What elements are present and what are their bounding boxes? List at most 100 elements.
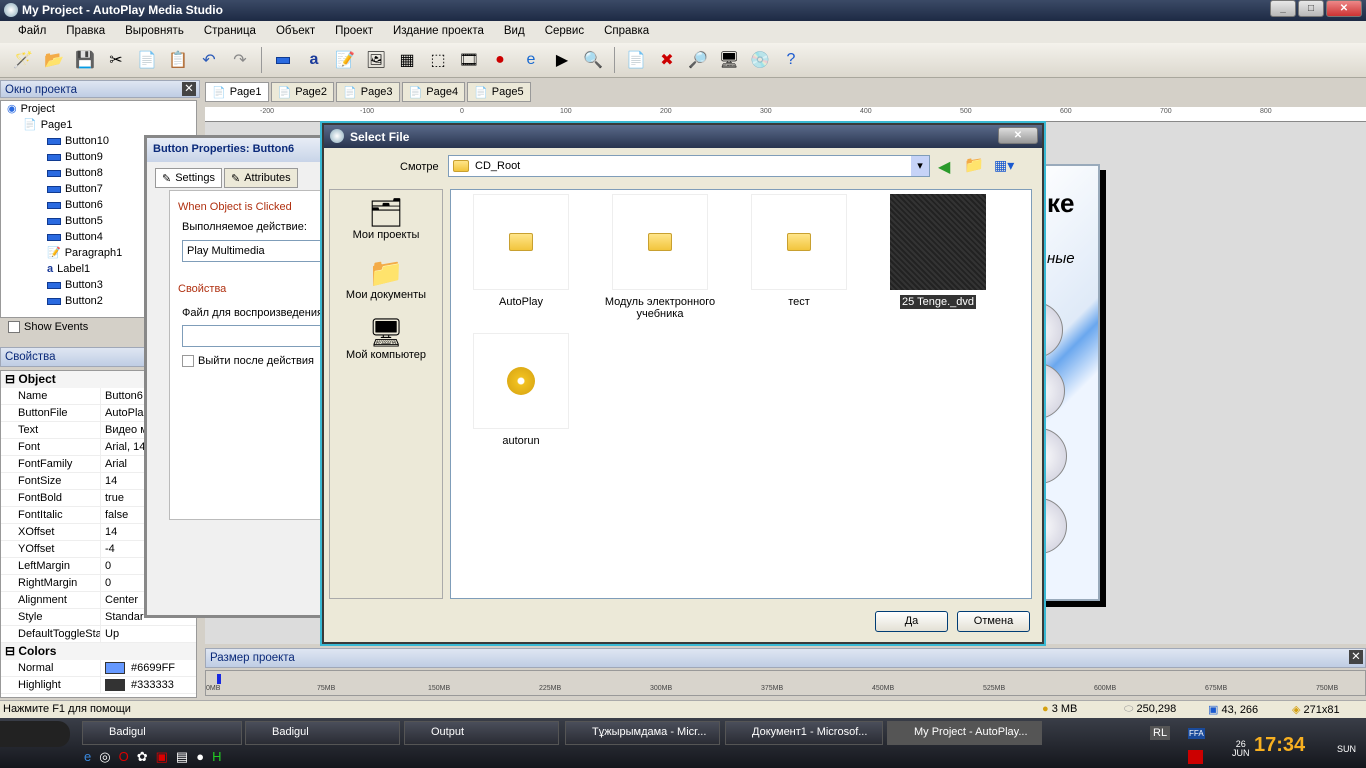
- flash-object-icon[interactable]: ●: [487, 47, 513, 73]
- menu-project[interactable]: Проект: [325, 25, 383, 43]
- view-menu-icon[interactable]: ▦▾: [994, 157, 1014, 174]
- file-item-disc[interactable]: autorun: [456, 333, 586, 447]
- label-object-icon[interactable]: a: [301, 47, 327, 73]
- task-word-2[interactable]: Документ1 - Microsof...: [725, 721, 883, 745]
- property-value[interactable]: 0: [101, 558, 111, 574]
- task-badigul-1[interactable]: Badigul: [82, 721, 242, 745]
- menu-align[interactable]: Выровнять: [115, 25, 194, 43]
- ok-button[interactable]: Да: [875, 611, 948, 632]
- category-colors[interactable]: ⊟ Colors: [1, 643, 196, 660]
- paste-icon[interactable]: 📋: [165, 47, 191, 73]
- look-in-select[interactable]: CD_Root ▾: [448, 155, 930, 177]
- hotspot-object-icon[interactable]: ⬚: [425, 47, 451, 73]
- start-button[interactable]: [0, 721, 70, 747]
- property-value[interactable]: Center: [101, 592, 138, 608]
- minimize-button[interactable]: _: [1270, 0, 1296, 17]
- save-icon[interactable]: 💾: [72, 47, 98, 73]
- property-value[interactable]: true: [101, 490, 124, 506]
- place-my-documents[interactable]: 📁 Мои документы: [330, 256, 442, 301]
- property-value[interactable]: false: [101, 507, 128, 523]
- menu-tools[interactable]: Сервис: [535, 25, 594, 43]
- help-icon[interactable]: ?: [778, 47, 804, 73]
- dialog-close-button[interactable]: ✕: [998, 127, 1038, 144]
- app-icon[interactable]: ▤: [176, 749, 188, 765]
- file-input[interactable]: [182, 325, 342, 347]
- close-button[interactable]: ✕: [1326, 0, 1362, 17]
- cancel-button[interactable]: Отмена: [957, 611, 1030, 632]
- tree-item-page1[interactable]: 📄 Page1: [1, 117, 196, 133]
- cut-icon[interactable]: ✂: [103, 47, 129, 73]
- computer-icon[interactable]: 🖥: [716, 47, 742, 73]
- open-icon[interactable]: 📂: [41, 47, 67, 73]
- browser-icon[interactable]: ◎: [99, 749, 110, 765]
- delete-page-icon[interactable]: ✖: [654, 47, 680, 73]
- file-item-image-selected[interactable]: 25 Tenge._dvd: [873, 194, 1003, 309]
- zoom-icon[interactable]: 🔍: [580, 47, 606, 73]
- close-icon[interactable]: ✕: [1349, 650, 1363, 664]
- close-icon[interactable]: ✕: [182, 82, 196, 96]
- back-icon[interactable]: ◀: [938, 157, 950, 177]
- menu-view[interactable]: Вид: [494, 25, 535, 43]
- menu-edit[interactable]: Правка: [56, 25, 115, 43]
- property-value[interactable]: 14: [101, 524, 117, 540]
- menu-object[interactable]: Объект: [266, 25, 325, 43]
- show-events-checkbox[interactable]: Show Events: [8, 321, 88, 333]
- build-cd-icon[interactable]: 💿: [747, 47, 773, 73]
- property-value[interactable]: Видео м: [101, 422, 148, 438]
- place-my-computer[interactable]: 🖥 Мой компьютер: [330, 316, 442, 361]
- undo-icon[interactable]: ↶: [196, 47, 222, 73]
- add-page-icon[interactable]: 📄: [623, 47, 649, 73]
- app-icon[interactable]: ●: [196, 749, 204, 765]
- listbox-object-icon[interactable]: ▦: [394, 47, 420, 73]
- avira-icon[interactable]: [1188, 750, 1203, 764]
- task-word-1[interactable]: Тұжырымдама - Micr...: [565, 721, 720, 745]
- property-value[interactable]: -4: [101, 541, 115, 557]
- tab-page4[interactable]: 📄 Page4: [401, 82, 466, 102]
- tab-attributes[interactable]: ✎ Attributes: [223, 168, 298, 188]
- property-value[interactable]: 14: [101, 473, 117, 489]
- button-object-icon[interactable]: [270, 47, 296, 73]
- tab-page1[interactable]: 📄 Page1: [205, 82, 269, 102]
- pdf-icon[interactable]: ▣: [156, 749, 168, 765]
- property-row[interactable]: DefaultToggleSta Up: [1, 626, 196, 643]
- menu-page[interactable]: Страница: [194, 25, 266, 43]
- app-icon[interactable]: H: [212, 749, 221, 765]
- task-badigul-2[interactable]: Badigul: [245, 721, 400, 745]
- image-object-icon[interactable]: 🖼: [363, 47, 389, 73]
- wizard-icon[interactable]: 🪄: [10, 47, 36, 73]
- language-indicator[interactable]: RL: [1150, 726, 1171, 740]
- place-my-projects[interactable]: 🗂 Мои проекты: [330, 196, 442, 241]
- property-value[interactable]: 0: [101, 575, 111, 591]
- task-autoplay[interactable]: My Project - AutoPlay...: [887, 721, 1042, 745]
- tab-page5[interactable]: 📄 Page5: [467, 82, 531, 102]
- preview-icon[interactable]: 🔎: [685, 47, 711, 73]
- media-player-icon[interactable]: ▶: [549, 47, 575, 73]
- property-value[interactable]: Standar: [101, 609, 144, 625]
- chevron-down-icon[interactable]: ▾: [911, 156, 929, 176]
- property-value[interactable]: Button6: [101, 388, 143, 404]
- tab-page3[interactable]: 📄 Page3: [336, 82, 400, 102]
- property-value[interactable]: Up: [101, 626, 119, 642]
- file-item-folder[interactable]: тест: [734, 194, 864, 308]
- ie-icon[interactable]: e: [84, 749, 91, 765]
- redo-icon[interactable]: ↷: [227, 47, 253, 73]
- task-output[interactable]: Output: [404, 721, 559, 745]
- property-value[interactable]: AutoPla: [101, 405, 144, 421]
- action-select[interactable]: Play Multimedia: [182, 240, 342, 262]
- file-item-folder[interactable]: AutoPlay: [456, 194, 586, 308]
- ffa-icon[interactable]: FFA: [1188, 728, 1205, 739]
- tree-item-project[interactable]: ◉ Project: [1, 101, 196, 117]
- file-item-folder[interactable]: Модуль электронного учебника: [595, 194, 725, 320]
- video-object-icon[interactable]: 🎞: [456, 47, 482, 73]
- tab-page2[interactable]: 📄 Page2: [270, 82, 335, 102]
- web-object-icon[interactable]: e: [518, 47, 544, 73]
- up-folder-icon[interactable]: 📁: [964, 155, 984, 175]
- opera-icon[interactable]: O: [119, 749, 129, 765]
- property-value[interactable]: Arial, 14: [101, 439, 145, 455]
- copy-icon[interactable]: 📄: [134, 47, 160, 73]
- paragraph-object-icon[interactable]: 📝: [332, 47, 358, 73]
- property-value[interactable]: Arial: [101, 456, 127, 472]
- property-row[interactable]: Highlight #333333: [1, 677, 196, 694]
- menu-publish[interactable]: Издание проекта: [383, 25, 494, 43]
- tab-settings[interactable]: ✎ Settings: [155, 168, 222, 188]
